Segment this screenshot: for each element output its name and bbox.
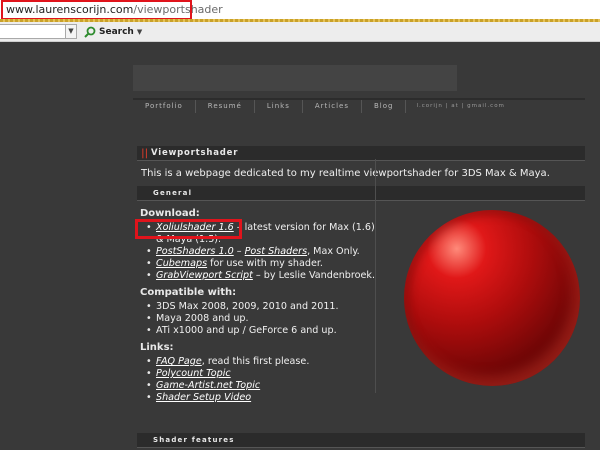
toolbar-dropdown-button[interactable]: ▼ [66,24,77,39]
grabviewport-link[interactable]: GrabViewport Script [156,270,253,281]
list-item: PostShaders 1.0 – Post Shaders, Max Only… [146,246,375,258]
list-item: 3DS Max 2008, 2009, 2010 and 2011. [146,301,375,313]
section-header-viewportshader: || Viewportshader [137,146,585,161]
list-item-text: for use with my shader. [207,258,323,269]
links-heading: Links: [140,342,174,353]
section-header-shader-features: Shader features [137,433,585,448]
main-nav: Portfolio Resumé Links Articles Blog l.c… [133,100,585,113]
nav-item-blog[interactable]: Blog [362,100,407,113]
list-item: FAQ Page, read this first please. [146,356,375,368]
list-item: Polycount Topic [146,368,375,380]
nav-item-articles[interactable]: Articles [303,100,362,113]
nav-item-resume[interactable]: Resumé [196,100,255,113]
intro-text: This is a webpage dedicated to my realti… [141,168,550,179]
page-title: Viewportshader [151,148,239,158]
faq-link[interactable]: FAQ Page [156,356,202,367]
nav-email: l.corijn | at | gmail.com [416,103,505,109]
list-item: GrabViewport Script – by Leslie Vandenbr… [146,270,375,282]
polycount-link[interactable]: Polycount Topic [156,368,231,379]
search-label: Search [99,27,134,37]
magnifier-icon [84,26,96,38]
chevron-down-icon[interactable]: ▼ [137,28,142,36]
cubemaps-link[interactable]: Cubemaps [156,258,207,269]
column-divider [375,159,376,393]
list-item-text: – [233,246,245,257]
shader-features-title: Shader features [153,436,235,444]
list-item: Maya 2008 and up. [146,313,375,325]
address-bar[interactable]: www.laurenscorijn.com/viewportshader [0,0,600,22]
links-list: FAQ Page, read this first please. Polyco… [146,356,375,404]
shader-sphere-rim [404,210,580,386]
site-banner [133,65,457,91]
list-item-text: – by Leslie Vandenbroek. [252,270,375,281]
list-item: Game-Artist.net Topic [146,380,375,392]
general-title: General [153,189,193,197]
list-item: ATi x1000 and up / GeForce 6 and up. [146,325,375,337]
nav-item-links[interactable]: Links [255,100,303,113]
search-toolbar: ▼ Search ▼ [0,22,600,42]
section-header-general: General [137,186,585,201]
list-item-text: , read this first please. [201,356,310,367]
shader-setup-video-link[interactable]: Shader Setup Video [156,392,251,403]
compatible-heading: Compatible with: [140,287,237,298]
list-item: Shader Setup Video [146,392,375,404]
list-item-text: , Max Only. [307,246,360,257]
game-artist-link[interactable]: Game-Artist.net Topic [156,380,260,391]
postshaders-link[interactable]: PostShaders 1.0 [156,246,234,257]
url-highlight-box [1,0,192,20]
post-shaders-link[interactable]: Post Shaders [245,246,307,257]
nav-item-portfolio[interactable]: Portfolio [133,100,196,113]
download-highlight-box [135,219,242,239]
compatible-list: 3DS Max 2008, 2009, 2010 and 2011. Maya … [146,301,375,337]
toolbar-search-input[interactable] [0,24,66,39]
section-accent-mark: || [141,148,149,159]
list-item: Cubemaps for use with my shader. [146,258,375,270]
toolbar-search-button[interactable]: Search ▼ [84,24,142,40]
